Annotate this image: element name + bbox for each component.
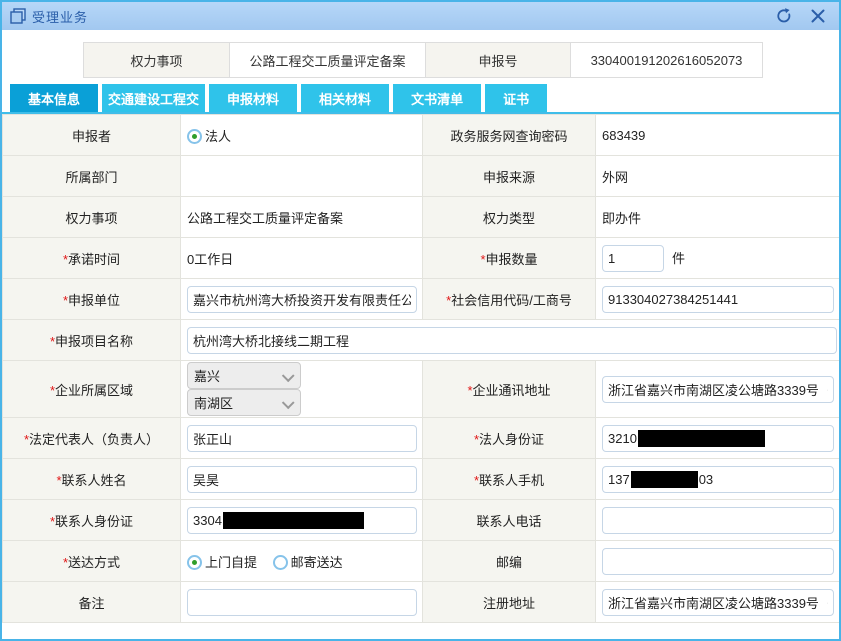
tab-basic-info[interactable]: 基本信息 [10, 84, 98, 112]
tab-declare-materials[interactable]: 申报材料 [209, 84, 297, 112]
field-label: *申报项目名称 [3, 320, 181, 361]
redaction-block [631, 471, 698, 488]
query-password-value: 683439 [596, 115, 840, 156]
chevron-down-icon [282, 369, 295, 382]
remark-input[interactable] [187, 589, 417, 616]
field-label: *法人身份证 [423, 418, 596, 459]
declare-source-value: 外网 [596, 156, 840, 197]
declare-quantity-input[interactable] [602, 245, 664, 272]
tab-document-list[interactable]: 文书清单 [393, 84, 481, 112]
redaction-block [223, 512, 364, 529]
field-label: 邮编 [423, 541, 596, 582]
form-row: *企业所属区域 嘉兴 南湖区 *企业通讯地址 [3, 361, 840, 418]
field-label: *企业通讯地址 [423, 361, 596, 418]
form-row: 备注 注册地址 [3, 582, 840, 623]
field-label: *企业所属区域 [3, 361, 181, 418]
basic-info-form: 申报者 法人 政务服务网查询密码 683439 所属部门 申报来源 外网 权力事… [2, 112, 839, 623]
tab-traffic-construction[interactable]: 交通建设工程交 [102, 84, 205, 112]
field-label: *联系人姓名 [3, 459, 181, 500]
power-item-label: 权力事项 [83, 42, 230, 78]
declare-no-label: 申报号 [425, 42, 571, 78]
form-row: *联系人身份证 3304 联系人电话 [3, 500, 840, 541]
contact-mobile-input[interactable]: 13703 [602, 466, 834, 493]
department-value [181, 156, 423, 197]
tab-bar: 基本信息 交通建设工程交 申报材料 相关材料 文书清单 证书 [10, 84, 839, 112]
quantity-unit: 件 [672, 251, 685, 266]
close-icon[interactable] [807, 5, 829, 27]
titlebar: 受理业务 [2, 2, 839, 30]
project-name-input[interactable] [187, 327, 837, 354]
field-label: *联系人身份证 [3, 500, 181, 541]
window-icon [10, 8, 26, 24]
legal-id-input[interactable]: 3210 [602, 425, 834, 452]
window-title: 受理业务 [32, 7, 88, 26]
form-row: 权力事项 公路工程交工质量评定备案 权力类型 即办件 [3, 197, 840, 238]
power-item-value: 公路工程交工质量评定备案 [229, 42, 426, 78]
form-row: *申报项目名称 [3, 320, 840, 361]
field-label: *申报单位 [3, 279, 181, 320]
field-label: 所属部门 [3, 156, 181, 197]
power-item-text: 公路工程交工质量评定备案 [181, 197, 423, 238]
postcode-input[interactable] [602, 548, 834, 575]
contact-name-input[interactable] [187, 466, 417, 493]
field-label: *承诺时间 [3, 238, 181, 279]
credit-code-input[interactable] [602, 286, 834, 313]
radio-self-pickup[interactable] [187, 555, 202, 570]
refresh-icon[interactable] [773, 5, 795, 27]
radio-legal-person[interactable] [187, 129, 202, 144]
form-row: 所属部门 申报来源 外网 [3, 156, 840, 197]
radio-label: 法人 [205, 129, 231, 144]
form-row: *联系人姓名 *联系人手机 13703 [3, 459, 840, 500]
field-label: 权力事项 [3, 197, 181, 238]
redaction-block [638, 430, 765, 447]
declare-unit-input[interactable] [187, 286, 417, 313]
field-label: *社会信用代码/工商号 [423, 279, 596, 320]
field-label: 政务服务网查询密码 [423, 115, 596, 156]
tab-related-materials[interactable]: 相关材料 [301, 84, 389, 112]
declare-no-value: 330400191202616052073 [570, 42, 763, 78]
form-row: 申报者 法人 政务服务网查询密码 683439 [3, 115, 840, 156]
field-label: 注册地址 [423, 582, 596, 623]
promise-time-value: 0工作日 [181, 238, 423, 279]
district-select[interactable]: 南湖区 [187, 389, 301, 416]
field-label: 申报者 [3, 115, 181, 156]
tab-certificate[interactable]: 证书 [485, 84, 547, 112]
power-type-value: 即办件 [596, 197, 840, 238]
form-row: *申报单位 *社会信用代码/工商号 [3, 279, 840, 320]
company-address-input[interactable] [602, 376, 834, 403]
field-label: 备注 [3, 582, 181, 623]
header-strip: 权力事项 公路工程交工质量评定备案 申报号 330400191202616052… [84, 42, 839, 78]
contact-id-input[interactable]: 3304 [187, 507, 417, 534]
field-label: *申报数量 [423, 238, 596, 279]
legal-representative-input[interactable] [187, 425, 417, 452]
field-label: 联系人电话 [423, 500, 596, 541]
field-label: *送达方式 [3, 541, 181, 582]
field-label: *法定代表人（负责人） [3, 418, 181, 459]
registered-address-input[interactable] [602, 589, 834, 616]
field-label: 权力类型 [423, 197, 596, 238]
city-select[interactable]: 嘉兴 [187, 362, 301, 389]
contact-phone-input[interactable] [602, 507, 834, 534]
form-row: *承诺时间 0工作日 *申报数量 件 [3, 238, 840, 279]
form-row: *送达方式 上门自提 邮寄送达 邮编 [3, 541, 840, 582]
chevron-down-icon [282, 396, 295, 409]
form-row: *法定代表人（负责人） *法人身份证 3210 [3, 418, 840, 459]
radio-mail-delivery[interactable] [273, 555, 288, 570]
field-label: 申报来源 [423, 156, 596, 197]
field-label: *联系人手机 [423, 459, 596, 500]
accept-business-window: 受理业务 权力事项 公路工程交工质量评定备案 申报号 3304001912026… [0, 0, 841, 641]
